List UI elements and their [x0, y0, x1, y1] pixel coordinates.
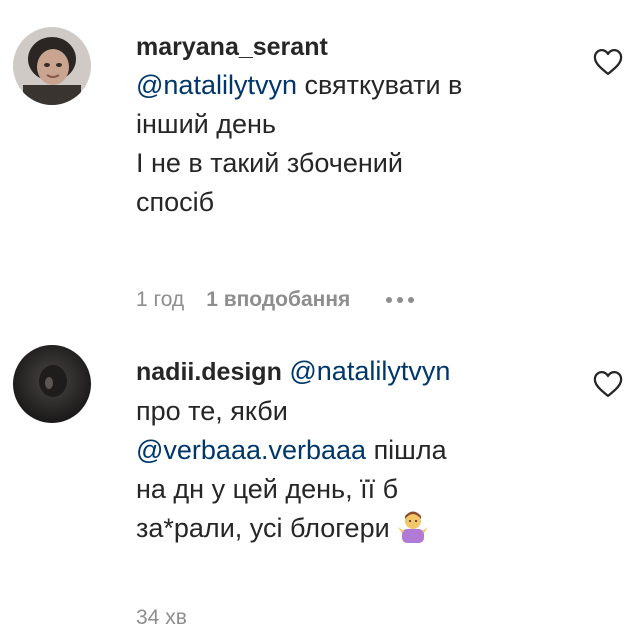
mention-link[interactable]: @natalilytvyn: [136, 70, 297, 100]
comment-line: спосіб: [136, 187, 215, 217]
comment-line: на дн у цей день, її б: [136, 474, 399, 504]
username[interactable]: nadii.design: [136, 358, 282, 386]
comment-time[interactable]: 34 хв: [136, 606, 187, 630]
likes-count[interactable]: 1 вподобання: [206, 288, 350, 312]
person-shrugging-icon: [396, 509, 430, 554]
comment-line: про те, якби: [136, 396, 288, 426]
comment-text-segment: пішла: [366, 435, 447, 465]
mention-link[interactable]: @natalilytvyn: [289, 356, 450, 386]
comment-meta: 34 хв: [136, 606, 187, 630]
comment-text: nadii.design @natalilytvyn про те, якби …: [136, 352, 566, 554]
comment-text: @natalilytvyn святкувати в інший день І …: [136, 66, 566, 222]
avatar[interactable]: [13, 27, 91, 105]
heart-outline-icon[interactable]: [593, 370, 623, 398]
mention-link[interactable]: @verbaaa.verbaaa: [136, 435, 366, 465]
comment-text-segment: святкувати в: [296, 70, 463, 100]
avatar[interactable]: [13, 345, 91, 423]
comment-line: І не в такий збочений: [136, 148, 403, 178]
heart-outline-icon[interactable]: [593, 48, 623, 76]
comment-line: інший день: [136, 109, 276, 139]
comment-line: за*рали, усі блогери: [136, 513, 390, 543]
more-options-icon[interactable]: [386, 297, 415, 303]
profile-photo-icon: [13, 345, 91, 423]
username[interactable]: maryana_serant: [136, 33, 566, 62]
comment-time[interactable]: 1 год: [136, 288, 184, 312]
comment-meta: 1 год 1 вподобання: [136, 288, 415, 312]
profile-photo-icon: [13, 27, 91, 105]
